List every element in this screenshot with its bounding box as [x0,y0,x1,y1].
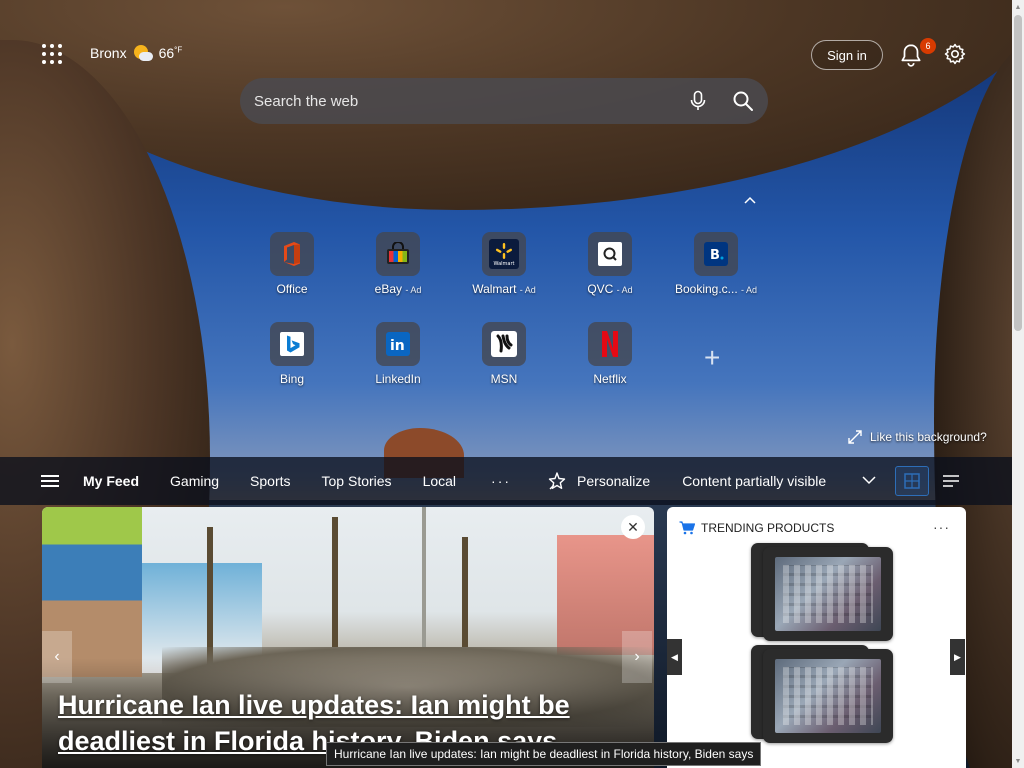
news-photo-palm [462,537,468,647]
collapse-quick-links-chevron-up-icon[interactable] [741,192,759,208]
sign-in-button[interactable]: Sign in [811,40,883,70]
ad-label: - Ad [741,285,758,295]
search-icon[interactable] [732,90,754,112]
shopping-cart-icon [679,521,695,535]
menu-hamburger-icon[interactable] [41,475,59,487]
sparkle-edit-icon [548,472,566,490]
quick-link-label: Netflix [593,372,627,386]
notification-count-badge: 6 [920,38,936,54]
hero-news-card[interactable]: ‹ › ✕ Hurricane Ian live updates: Ian mi… [42,507,654,768]
quick-link-ebay[interactable]: eBay - Ad [346,232,450,296]
quick-link-label: eBay [374,282,402,296]
more-tabs-button[interactable]: ··· [491,473,511,489]
products-previous-arrow-icon[interactable]: ◀ [667,639,682,675]
quick-link-netflix[interactable]: Netflix [558,322,662,386]
quick-link-label: Booking.c... [674,282,738,296]
weather-location: Bronx [90,45,127,61]
more-options-button[interactable]: ··· [933,519,950,535]
tab-sports[interactable]: Sports [250,473,290,489]
quick-link-label: LinkedIn [375,372,421,386]
chevron-down-icon[interactable] [861,475,877,485]
trending-products-title: TRENDING PRODUCTS [701,521,835,535]
quick-link-label: QVC [587,282,614,296]
office-icon [270,232,314,276]
trending-products-header: TRENDING PRODUCTS [679,521,834,535]
news-photo-utility-pole [422,507,426,657]
personalize-label: Personalize [577,473,651,489]
quick-link-office[interactable]: Office [240,232,344,296]
tab-gaming[interactable]: Gaming [170,473,219,489]
news-photo-palm [332,517,338,647]
scroll-up-arrow-icon[interactable]: ▲ [1012,0,1024,14]
msn-icon [482,322,526,366]
news-photo-palm [207,527,213,667]
linkedin-icon: in [376,322,420,366]
partly-sunny-icon [133,44,153,62]
hero-next-chevron-right-icon[interactable]: › [622,631,652,683]
weather-temperature: 66°F [158,45,183,61]
tab-my-feed[interactable]: My Feed [83,473,139,489]
product-tablet-image [763,649,893,743]
svg-text:B: B [710,248,720,263]
quick-link-booking[interactable]: B Booking.c... - Ad [664,232,768,296]
quick-link-qvc[interactable]: QVC - Ad [558,232,662,296]
content-visibility-dropdown[interactable]: Content partially visible [682,473,826,489]
quick-link-label: MSN [490,372,518,386]
svg-text:in: in [390,338,405,354]
ad-label: - Ad [405,285,422,295]
quick-link-walmart[interactable]: Walmart Walmart - Ad [452,232,556,296]
quick-link-label: Walmart [472,282,517,296]
settings-gear-icon[interactable] [943,42,967,66]
grid-view-button[interactable] [895,466,929,496]
list-view-icon [943,475,959,487]
microphone-icon[interactable] [688,90,708,112]
headline-tooltip: Hurricane Ian live updates: Ian might be… [326,742,762,766]
ad-label: - Ad [616,285,633,295]
feed-navigation: My Feed Gaming Sports Top Stories Local … [0,457,1012,505]
tab-top-stories[interactable]: Top Stories [322,473,392,489]
search-bar [240,78,768,124]
vertical-scrollbar[interactable]: ▲ ▼ [1012,0,1024,768]
trending-products-card[interactable]: TRENDING PRODUCTS ··· ◀ ▶ [667,507,966,768]
like-background-link[interactable]: Like this background? [848,430,987,444]
personalize-button[interactable]: Personalize [547,471,650,491]
like-background-label: Like this background? [870,430,987,444]
quick-link-label: Bing [279,372,305,386]
list-view-button[interactable] [940,466,962,496]
hero-previous-chevron-left-icon[interactable]: ‹ [42,631,72,683]
walmart-icon: Walmart [482,232,526,276]
grid-view-icon [904,473,920,489]
scrollbar-thumb[interactable] [1014,15,1022,331]
quick-link-label: Office [276,282,308,296]
weather-widget[interactable]: Bronx 66°F [90,44,182,62]
products-next-arrow-icon[interactable]: ▶ [950,639,965,675]
ebay-icon [376,232,420,276]
tab-local[interactable]: Local [423,473,456,489]
quick-link-linkedin[interactable]: in LinkedIn [346,322,450,386]
close-icon[interactable]: ✕ [621,515,645,539]
quick-link-bing[interactable]: Bing [240,322,344,386]
app-launcher-icon[interactable] [40,42,64,66]
booking-icon: B [694,232,738,276]
add-quick-link-plus-icon[interactable]: + [704,344,720,372]
scroll-down-arrow-icon[interactable]: ▼ [1012,754,1024,768]
bing-icon [270,322,314,366]
ad-label: - Ad [519,285,536,295]
svg-text:Walmart: Walmart [493,261,514,267]
quick-link-msn[interactable]: MSN [452,322,556,386]
search-input[interactable] [254,92,688,110]
expand-icon [848,430,862,444]
netflix-icon [588,322,632,366]
product-tablet-image [763,547,893,641]
qvc-icon [588,232,632,276]
